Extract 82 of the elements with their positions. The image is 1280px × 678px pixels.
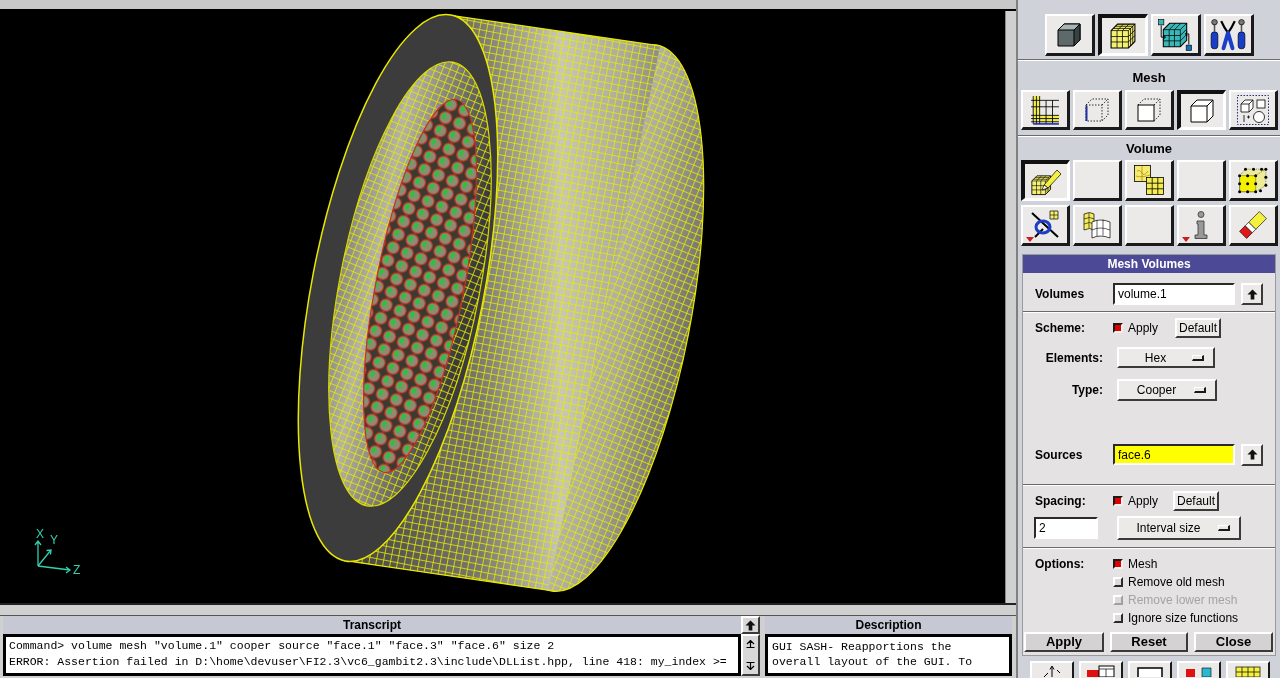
default-button[interactable]: Default bbox=[1173, 491, 1219, 511]
up-arrow-button[interactable] bbox=[1241, 283, 1263, 305]
checkbox[interactable] bbox=[1113, 559, 1123, 569]
checkbox-label: Apply bbox=[1128, 321, 1159, 335]
action-button[interactable]: Apply bbox=[1024, 632, 1104, 652]
dotted-cube-icon bbox=[1237, 166, 1268, 194]
panel-title: Mesh Volumes bbox=[1023, 255, 1275, 273]
checkbox-label: Apply bbox=[1128, 494, 1159, 508]
checkbox-label: Remove lower mesh bbox=[1128, 593, 1238, 607]
transcript-line: ERROR: Assertion failed in D:\home\devuser\FI2.3\vc6_gambit2.3\include\DLList.hpp, line 418: my_index >= bbox=[9, 654, 728, 670]
axis-label: Y bbox=[50, 533, 58, 547]
graphics-viewport[interactable]: X Y Z bbox=[0, 11, 1005, 603]
cube-icon bbox=[1057, 22, 1081, 47]
panel-title: Description bbox=[765, 616, 1012, 634]
tools-icon bbox=[1210, 18, 1246, 51]
action-button[interactable]: Reset bbox=[1110, 632, 1188, 652]
checkbox[interactable] bbox=[1113, 323, 1123, 333]
text-field[interactable]: 2 bbox=[1034, 517, 1098, 539]
dropdown-indicator-icon bbox=[1194, 387, 1206, 393]
text-field[interactable]: volume.1 bbox=[1113, 283, 1235, 305]
eraser-icon bbox=[1237, 210, 1268, 240]
x-axis-arrow bbox=[34, 539, 42, 567]
toolbar-button[interactable] bbox=[1128, 661, 1172, 678]
toolbar-button[interactable] bbox=[1177, 661, 1221, 678]
cube-arrows-icon bbox=[1158, 18, 1192, 51]
section-title: Volume bbox=[1126, 141, 1172, 156]
toolbar-button[interactable] bbox=[1079, 661, 1123, 678]
axis-label: X bbox=[36, 527, 44, 541]
tool-button[interactable] bbox=[1176, 90, 1226, 130]
panel-title: Transcript bbox=[3, 616, 741, 634]
info-icon bbox=[1193, 211, 1208, 239]
up-arrow-icon bbox=[745, 619, 756, 631]
toolbar-button[interactable] bbox=[1030, 661, 1074, 678]
grid-icon bbox=[1235, 665, 1261, 677]
dropdown-button[interactable]: Interval size bbox=[1117, 516, 1241, 540]
tool-button[interactable] bbox=[1020, 160, 1070, 201]
axis-label: Z bbox=[73, 563, 81, 577]
text-field[interactable]: face.6 bbox=[1113, 444, 1235, 465]
dropdown-indicator-icon bbox=[1192, 354, 1204, 361]
window-sash[interactable] bbox=[0, 603, 1016, 616]
checkbox-label: Remove old mesh bbox=[1128, 575, 1225, 589]
field-label: Sources bbox=[1035, 447, 1084, 462]
field-label: Elements: bbox=[1044, 350, 1103, 365]
field-label: Spacing: bbox=[1035, 494, 1087, 508]
y-axis-arrow bbox=[37, 549, 52, 567]
dashed-cube-icon bbox=[1084, 97, 1109, 122]
up-arrow-icon bbox=[1246, 449, 1258, 460]
scroll-up-button[interactable] bbox=[741, 616, 760, 634]
grid-lines-icon bbox=[1029, 94, 1060, 125]
toolbar-button[interactable] bbox=[1226, 661, 1270, 678]
shapes-icon bbox=[1184, 665, 1214, 677]
dropdown-button[interactable]: Hex bbox=[1117, 347, 1215, 368]
window-icon bbox=[1086, 665, 1116, 677]
grid-squares-icon bbox=[1133, 165, 1164, 195]
frame-icon bbox=[1137, 665, 1163, 677]
curved-sheets-icon bbox=[1081, 210, 1112, 240]
z-axis-arrow bbox=[37, 565, 72, 574]
action-button[interactable]: Close bbox=[1194, 632, 1273, 652]
field-label: Scheme: bbox=[1035, 321, 1087, 335]
cube-face-icon bbox=[1136, 97, 1161, 122]
default-button[interactable]: Default bbox=[1175, 318, 1221, 338]
scroll-down-icon bbox=[746, 662, 755, 670]
field-label: Volumes bbox=[1035, 287, 1086, 301]
up-arrow-icon bbox=[1246, 288, 1258, 300]
field-label: Options: bbox=[1035, 557, 1086, 571]
axes-icon bbox=[1041, 665, 1063, 677]
scroll-up-icon bbox=[746, 640, 755, 648]
dropdown-indicator-icon bbox=[1218, 525, 1230, 531]
checkbox-label: Ignore size functions bbox=[1128, 611, 1239, 625]
shapes-group-icon bbox=[1236, 94, 1269, 125]
scrollbar[interactable] bbox=[741, 634, 760, 676]
checkbox-label: Mesh bbox=[1128, 557, 1158, 571]
up-arrow-button[interactable] bbox=[1241, 443, 1263, 466]
transcript-line: Command> volume mesh "volume.1" cooper source "face.1" "face.3" "face.6" size 2 bbox=[9, 638, 556, 654]
checkbox[interactable] bbox=[1113, 496, 1123, 506]
dropdown-button[interactable]: Cooper bbox=[1117, 379, 1217, 401]
cube-outline-icon bbox=[1189, 98, 1214, 123]
mesh-cube-icon bbox=[1110, 22, 1136, 49]
section-title: Mesh bbox=[1132, 70, 1166, 85]
field-label: Type: bbox=[1070, 383, 1103, 397]
description-text: GUI SASH- Reapportions the overall layout of the GUI. To bbox=[772, 639, 974, 669]
tool-button[interactable] bbox=[1097, 14, 1148, 56]
